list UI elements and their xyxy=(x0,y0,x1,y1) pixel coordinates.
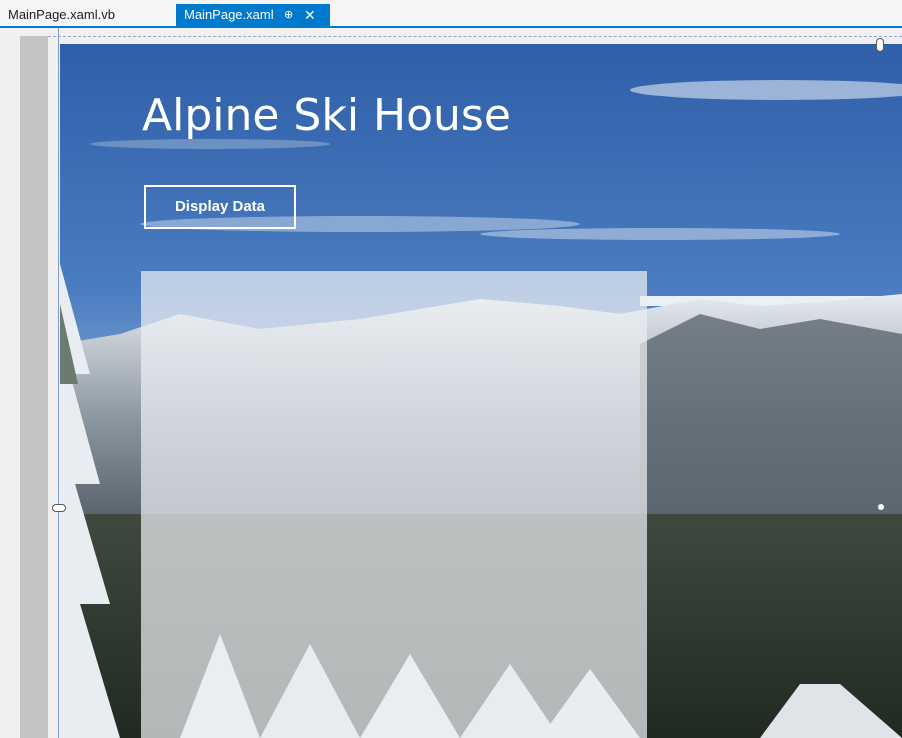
tab-mainpage-xaml-vb[interactable]: MainPage.xaml.vb xyxy=(0,4,172,26)
close-icon[interactable]: ✕ xyxy=(304,4,316,26)
anchor-point-icon[interactable] xyxy=(878,504,884,510)
page-canvas: Alpine Ski House Display Data xyxy=(60,44,902,738)
page-title: Alpine Ski House xyxy=(142,90,511,141)
pin-icon[interactable]: ⊕ xyxy=(284,4,293,26)
resize-handle-icon[interactable] xyxy=(52,504,66,512)
xaml-designer-surface: Alpine Ski House Display Data xyxy=(0,28,902,738)
tab-label: MainPage.xaml.vb xyxy=(8,7,115,22)
resize-handle-icon[interactable] xyxy=(876,38,884,52)
data-panel xyxy=(141,271,647,738)
left-margin-guide xyxy=(58,28,59,738)
display-data-button[interactable]: Display Data xyxy=(144,185,296,229)
top-margin-guide xyxy=(48,36,902,37)
vertical-ruler xyxy=(20,36,48,738)
tab-label: MainPage.xaml xyxy=(184,7,274,22)
document-tab-strip: MainPage.xaml.vb MainPage.xaml ⊕ ✕ xyxy=(0,0,902,28)
tab-mainpage-xaml[interactable]: MainPage.xaml ⊕ ✕ xyxy=(176,4,330,26)
